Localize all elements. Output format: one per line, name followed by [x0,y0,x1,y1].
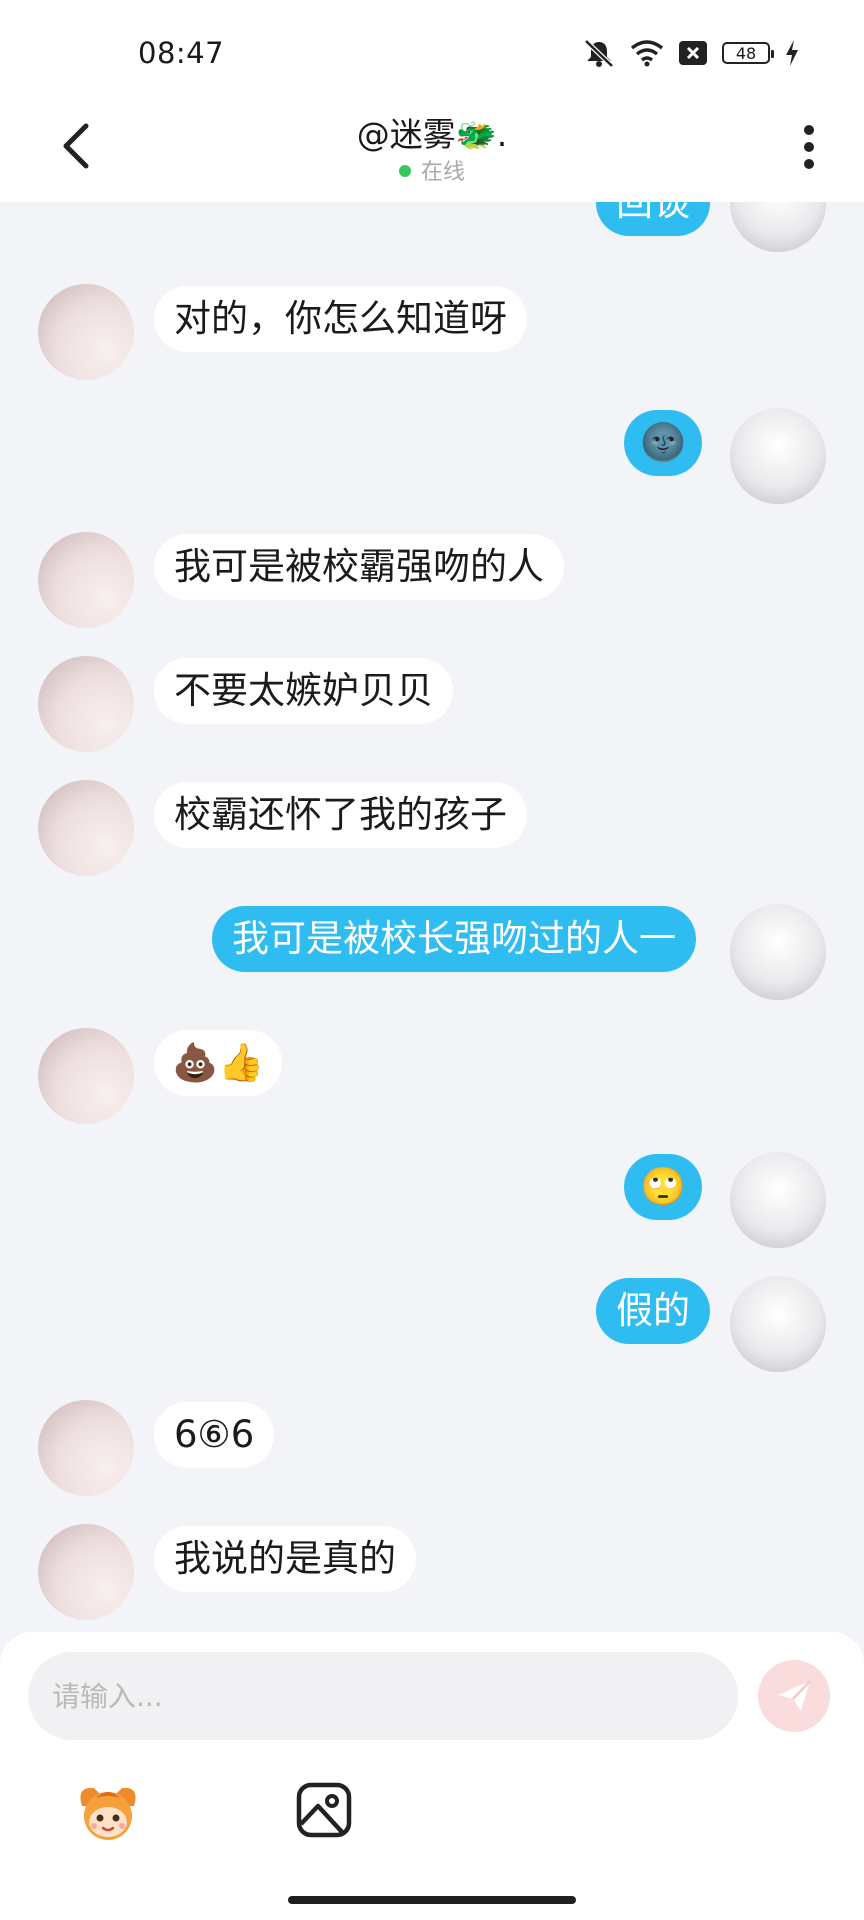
status-icons: 48 [582,38,800,68]
more-vertical-icon[interactable] [802,124,816,170]
message-bubble-incoming[interactable]: 我说的是真的 [154,1526,416,1592]
contact-name: @迷雾🐲. [356,115,508,154]
my-avatar[interactable] [730,1152,826,1248]
my-avatar[interactable] [730,904,826,1000]
sim-x-icon [679,41,707,65]
message-bubble-incoming[interactable]: 💩👍 [154,1030,283,1096]
home-indicator[interactable] [288,1896,576,1904]
my-avatar[interactable] [730,202,826,252]
charging-icon [786,40,798,66]
message-bubble-incoming[interactable]: 6⑥6 [154,1402,275,1468]
battery-icon: 48 [722,42,774,64]
contact-avatar[interactable] [38,532,134,628]
online-status-label: 在线 [420,160,465,185]
online-dot-icon [398,165,411,177]
contact-avatar[interactable] [38,1400,134,1496]
message-bubble-outgoing[interactable]: 🙄 [624,1154,703,1220]
send-button[interactable] [758,1660,830,1732]
message-list[interactable]: 回谈 对的，你怎么知道呀 🌚 我可是被校霸强吻的人 不要太嫉妒贝贝 校霸还怀了我… [0,202,864,1630]
message-bubble-outgoing[interactable]: 回谈 [596,202,710,236]
contact-avatar[interactable] [38,656,134,752]
contact-avatar[interactable] [38,284,134,380]
message-bubble-outgoing[interactable]: 我可是被校长强吻过的人一 [212,906,696,972]
status-bar: 08:47 48 [0,0,864,100]
status-time: 08:47 [138,36,225,70]
image-icon[interactable] [294,1780,354,1840]
my-avatar[interactable] [730,408,826,504]
message-bubble-outgoing[interactable]: 假的 [596,1278,710,1344]
message-bubble-outgoing[interactable]: 🌚 [624,410,703,476]
online-status: 在线 [0,154,864,186]
composer-panel [0,1632,864,1920]
chat-header: @迷雾🐲. 在线 [0,100,864,202]
send-icon [778,1680,811,1711]
message-bubble-incoming[interactable]: 校霸还怀了我的孩子 [154,782,527,848]
message-bubble-incoming[interactable]: 对的，你怎么知道呀 [154,286,527,352]
contact-avatar[interactable] [38,1524,134,1620]
my-avatar[interactable] [730,1276,826,1372]
message-bubble-incoming[interactable]: 我可是被校霸强吻的人 [154,534,564,600]
wifi-icon [630,40,664,67]
mute-icon [584,39,614,68]
message-bubble-incoming[interactable]: 不要太嫉妒贝贝 [154,658,453,724]
emoji-mascot-icon[interactable] [72,1776,144,1848]
contact-avatar[interactable] [38,780,134,876]
message-input-container[interactable] [28,1652,738,1740]
contact-avatar[interactable] [38,1028,134,1124]
message-input[interactable] [28,1652,738,1740]
